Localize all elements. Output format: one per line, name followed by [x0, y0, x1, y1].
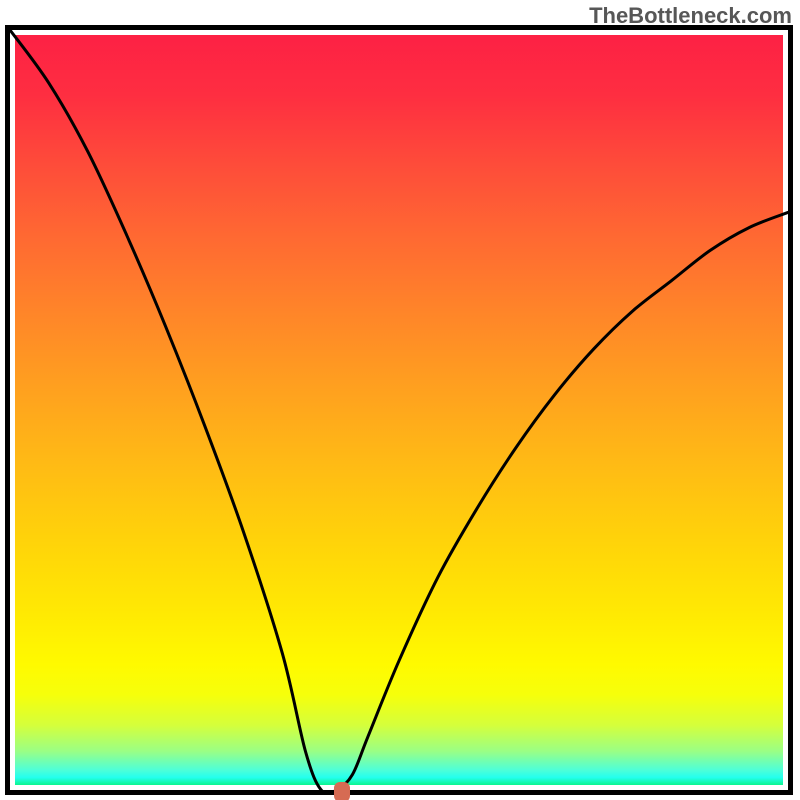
minimum-marker [334, 782, 350, 800]
chart-frame [5, 25, 793, 795]
chart-background-gradient [15, 35, 783, 785]
chart-container: TheBottleneck.com [0, 0, 800, 800]
